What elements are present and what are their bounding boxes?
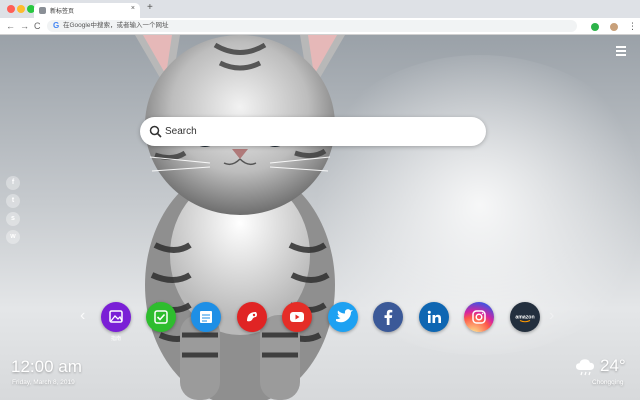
reload-button[interactable]: C xyxy=(34,20,41,32)
weather-temperature: 24° xyxy=(600,356,626,375)
tab-close-icon[interactable]: × xyxy=(131,5,135,12)
window-minimize-button[interactable] xyxy=(17,5,25,13)
search-icon xyxy=(149,125,162,138)
clock-date: Friday, March 8, 2019 xyxy=(12,379,75,386)
app-label: 指南 xyxy=(110,336,121,342)
extension-icon[interactable] xyxy=(591,23,599,31)
amazon-icon[interactable]: amazon xyxy=(510,302,540,332)
linkedin-icon[interactable] xyxy=(419,302,449,332)
apps-prev-button[interactable]: ‹ xyxy=(80,308,85,324)
snapchat-icon[interactable]: s xyxy=(6,212,20,226)
youtube-icon[interactable] xyxy=(282,302,312,332)
search-bar[interactable] xyxy=(140,117,486,146)
app-shortcut-bar: ‹ 指南 amazon › xyxy=(0,300,640,342)
profile-avatar[interactable] xyxy=(609,22,619,32)
notes-icon[interactable] xyxy=(191,302,221,332)
amazon-wordmark: amazon xyxy=(515,315,534,321)
twitter-icon[interactable] xyxy=(328,302,358,332)
kitten-background-image xyxy=(0,35,640,400)
wallpaper-app-icon[interactable] xyxy=(101,302,131,332)
facebook-icon[interactable] xyxy=(373,302,403,332)
wechat-icon[interactable]: w xyxy=(6,230,20,244)
kitten-illustration xyxy=(135,35,345,400)
browser-menu-icon[interactable]: ⋮ xyxy=(628,20,637,32)
facebook-icon[interactable]: f xyxy=(6,176,20,190)
hamburger-menu-icon[interactable] xyxy=(614,44,628,58)
cloud-rain-icon xyxy=(576,359,594,376)
apps-next-button[interactable]: › xyxy=(549,308,554,324)
twitter-icon[interactable]: t xyxy=(6,194,20,208)
game-icon[interactable] xyxy=(237,302,267,332)
new-tab-button[interactable]: + xyxy=(147,3,153,13)
search-input[interactable] xyxy=(165,123,465,140)
google-icon: G xyxy=(53,21,60,30)
browser-toolbar: ← → C G 在Google中搜索，或者输入一个网址 ⋮ xyxy=(0,18,640,35)
tab-new-tab[interactable]: 新标签页 × xyxy=(34,3,140,18)
instagram-icon[interactable] xyxy=(464,302,494,332)
todo-check-icon[interactable] xyxy=(146,302,176,332)
clock-time: 12:00 am xyxy=(11,357,82,376)
address-bar-placeholder: 在Google中搜索，或者输入一个网址 xyxy=(63,22,169,29)
window-close-button[interactable] xyxy=(7,5,15,13)
address-bar[interactable]: G 在Google中搜索，或者输入一个网址 xyxy=(47,20,577,32)
tab-strip: 新标签页 × + xyxy=(0,0,640,18)
forward-button[interactable]: → xyxy=(20,20,29,32)
tab-favicon-icon xyxy=(39,7,46,14)
tab-title: 新标签页 xyxy=(50,9,75,15)
back-button[interactable]: ← xyxy=(6,20,15,32)
weather-city: Chongqing xyxy=(592,379,624,386)
